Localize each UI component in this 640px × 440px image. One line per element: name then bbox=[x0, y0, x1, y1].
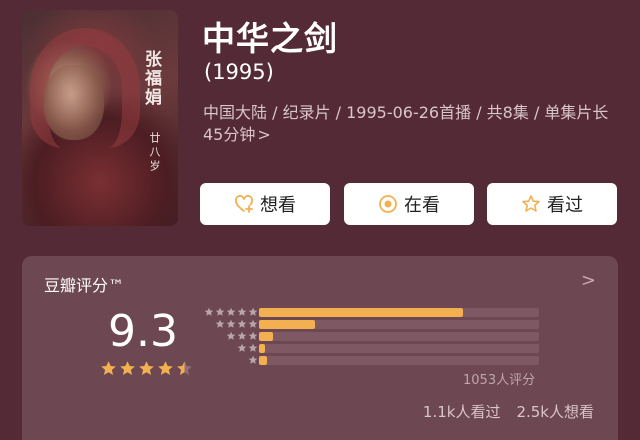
distribution-stars-2 bbox=[237, 342, 258, 353]
distribution-bar-5 bbox=[259, 308, 539, 317]
heart-plus-icon bbox=[234, 194, 254, 214]
rating-label: 豆瓣评分™ bbox=[44, 276, 125, 295]
wanted-count[interactable]: 2.5k人想看 bbox=[516, 403, 594, 421]
star-icon bbox=[237, 319, 247, 328]
star-icon bbox=[248, 355, 258, 364]
rating-card[interactable]: 豆瓣评分™ > 9.3 1053人评分 1.1k人看过 2.5k人想看 bbox=[22, 256, 618, 440]
star-icon bbox=[248, 331, 258, 340]
star-icon bbox=[226, 319, 236, 328]
poster-face bbox=[44, 65, 104, 140]
distribution-bar-fill-2 bbox=[259, 344, 265, 353]
star-icon bbox=[248, 307, 258, 316]
distribution-stars-3 bbox=[226, 330, 258, 341]
distribution-stars-1 bbox=[248, 354, 258, 365]
doing-button-label: 在看 bbox=[404, 195, 440, 216]
star-icon bbox=[215, 307, 225, 316]
distribution-stars-4 bbox=[215, 318, 258, 329]
movie-meta[interactable]: 中国大陆 / 纪录片 / 1995-06-26首播 / 共8集 / 单集片长45… bbox=[203, 102, 613, 146]
star-icon bbox=[237, 307, 247, 316]
doing-button[interactable]: 在看 bbox=[344, 183, 474, 225]
star-outline-icon bbox=[521, 194, 541, 214]
watched-count[interactable]: 1.1k人看过 bbox=[423, 403, 501, 421]
chevron-right-icon[interactable]: > bbox=[581, 270, 596, 291]
star-icon bbox=[158, 361, 173, 375]
star-icon bbox=[215, 319, 225, 328]
star-icon bbox=[204, 307, 214, 316]
done-button[interactable]: 看过 bbox=[487, 183, 617, 225]
distribution-bar-4 bbox=[259, 320, 539, 329]
target-circle-icon bbox=[378, 194, 398, 214]
want-button-label: 想看 bbox=[260, 195, 296, 216]
movie-year: (1995) bbox=[204, 60, 274, 84]
distribution-bar-3 bbox=[259, 332, 539, 341]
poster-title-text: 张福娟 bbox=[141, 50, 161, 107]
movie-poster[interactable]: 张福娟 廿八岁 bbox=[22, 10, 178, 226]
star-icon bbox=[177, 361, 192, 375]
distribution-bar-1 bbox=[259, 356, 539, 365]
star-icon bbox=[101, 361, 116, 375]
distribution-stars-5 bbox=[204, 306, 258, 317]
want-button[interactable]: 想看 bbox=[200, 183, 330, 225]
distribution-bar-fill-5 bbox=[259, 308, 464, 317]
star-icon bbox=[226, 331, 236, 340]
star-icon bbox=[139, 361, 154, 375]
rating-score: 9.3 bbox=[108, 306, 178, 357]
star-icon bbox=[248, 319, 258, 328]
poster-subtitle-text: 廿八岁 bbox=[148, 132, 161, 174]
chevron-right-icon: > bbox=[257, 125, 271, 144]
distribution-bar-fill-3 bbox=[259, 332, 273, 341]
star-icon bbox=[120, 361, 135, 375]
movie-title: 中华之剑 bbox=[202, 19, 338, 58]
star-icon bbox=[237, 343, 247, 352]
distribution-bar-fill-4 bbox=[259, 320, 315, 329]
done-button-label: 看过 bbox=[547, 195, 583, 216]
score-stars bbox=[100, 360, 193, 377]
distribution-bar-fill-1 bbox=[259, 356, 268, 365]
star-icon bbox=[237, 331, 247, 340]
rating-count: 1053人评分 bbox=[463, 373, 536, 388]
rating-stats: 1.1k人看过 2.5k人想看 bbox=[423, 401, 594, 422]
star-icon bbox=[248, 343, 258, 352]
distribution-bar-2 bbox=[259, 344, 539, 353]
star-icon bbox=[226, 307, 236, 316]
